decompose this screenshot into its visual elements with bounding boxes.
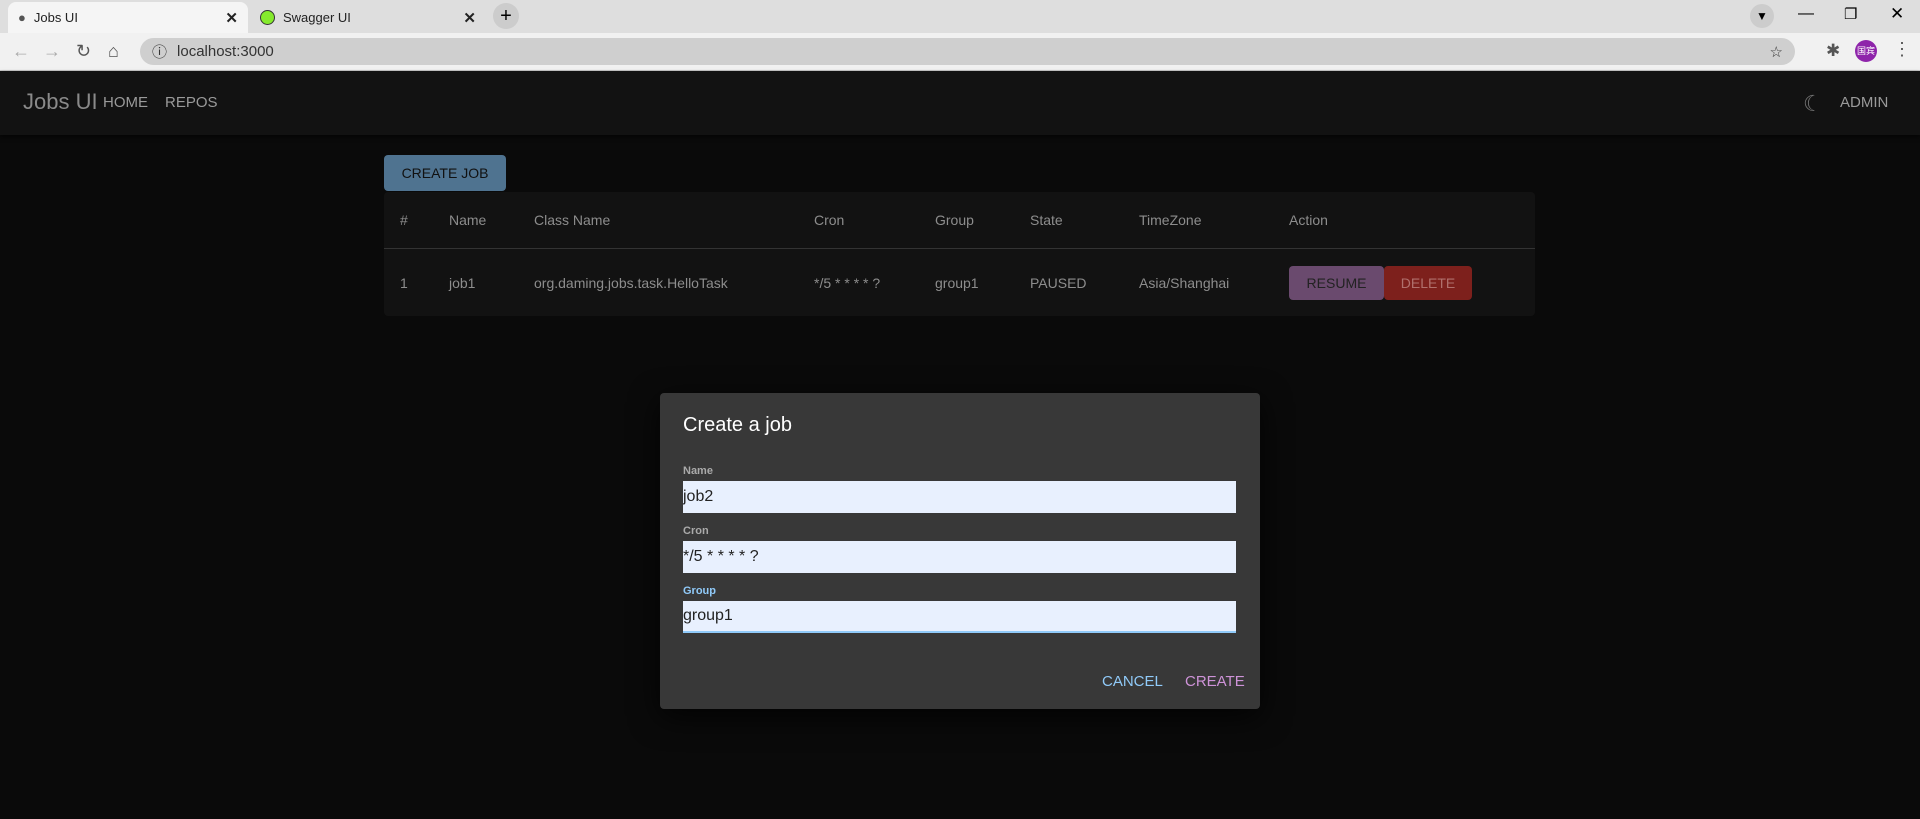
tab-swagger-ui[interactable]: Swagger UI ✕ [250, 2, 486, 33]
moon-icon[interactable]: ☾ [1803, 91, 1823, 117]
name-input[interactable] [683, 481, 1236, 513]
forward-icon[interactable]: → [43, 41, 61, 62]
menu-icon[interactable]: ⋮ [1893, 39, 1911, 60]
star-icon[interactable]: ☆ [1770, 43, 1783, 61]
address-bar-area: ← → ↻ ⌂ ⓘ localhost:3000 ☆ ✱ 国宾 ⋮ [0, 33, 1920, 71]
extensions-icon[interactable]: ✱ [1826, 41, 1840, 61]
admin-button[interactable]: ADMIN [1840, 94, 1888, 111]
create-job-dialog: Create a job Name Cron Group CANCEL CREA… [660, 393, 1260, 709]
header-num: # [400, 212, 408, 228]
app-title: Jobs UI [23, 89, 98, 114]
profile-avatar[interactable]: 国宾 [1855, 40, 1877, 62]
url-bar[interactable]: ⓘ localhost:3000 ☆ [140, 38, 1795, 65]
create-job-button[interactable]: CREATE JOB [384, 155, 506, 191]
minimize-button[interactable]: — [1798, 5, 1814, 23]
back-icon[interactable]: ← [12, 41, 30, 62]
group-label: Group [683, 585, 716, 597]
browser-tab-bar: ● Jobs UI ✕ Swagger UI ✕ + ▼ — ❐ ✕ [0, 0, 1920, 33]
cell-state: PAUSED [1030, 275, 1087, 291]
header-name: Name [449, 212, 487, 228]
cell-num: 1 [400, 275, 408, 291]
app-bar: Jobs UI HOME REPOS ☾ ADMIN [0, 71, 1920, 135]
cell-cron: */5 * * * * ? [814, 275, 881, 291]
close-tab-icon[interactable]: ✕ [463, 9, 476, 27]
header-group: Group [935, 212, 974, 228]
nav-home[interactable]: HOME [103, 94, 148, 111]
cell-name: job1 [449, 275, 476, 291]
delete-button[interactable]: DELETE [1384, 266, 1472, 300]
cell-class-name: org.daming.jobs.task.HelloTask [534, 275, 728, 291]
home-icon[interactable]: ⌂ [108, 41, 119, 62]
header-class-name: Class Name [534, 212, 611, 228]
header-cron: Cron [814, 212, 845, 228]
nav-repos[interactable]: REPOS [165, 94, 218, 111]
cell-timezone: Asia/Shanghai [1139, 275, 1230, 291]
group-input[interactable] [683, 601, 1236, 633]
jobs-table: # Name Class Name Cron Group State TimeZ… [384, 192, 1535, 316]
header-timezone: TimeZone [1139, 212, 1202, 228]
close-window-button[interactable]: ✕ [1890, 4, 1904, 24]
header-state: State [1030, 212, 1063, 228]
tab-jobs-ui[interactable]: ● Jobs UI ✕ [8, 2, 248, 33]
media-icon[interactable]: ▼ [1750, 4, 1774, 28]
cell-group: group1 [935, 275, 979, 291]
reload-icon[interactable]: ↻ [76, 41, 91, 62]
resume-button[interactable]: RESUME [1289, 266, 1384, 300]
swagger-icon [260, 10, 275, 25]
info-icon: ⓘ [152, 44, 168, 61]
cron-label: Cron [683, 525, 709, 537]
create-button[interactable]: CREATE [1185, 673, 1245, 690]
close-tab-icon[interactable]: ✕ [225, 9, 238, 27]
name-label: Name [683, 465, 713, 477]
new-tab-button[interactable]: + [493, 3, 519, 29]
restore-button[interactable]: ❐ [1844, 5, 1857, 23]
cancel-button[interactable]: CANCEL [1102, 673, 1163, 690]
globe-icon: ● [18, 10, 26, 25]
header-action: Action [1289, 212, 1328, 228]
divider [384, 248, 1535, 249]
dialog-title: Create a job [683, 414, 792, 436]
cron-input[interactable] [683, 541, 1236, 573]
